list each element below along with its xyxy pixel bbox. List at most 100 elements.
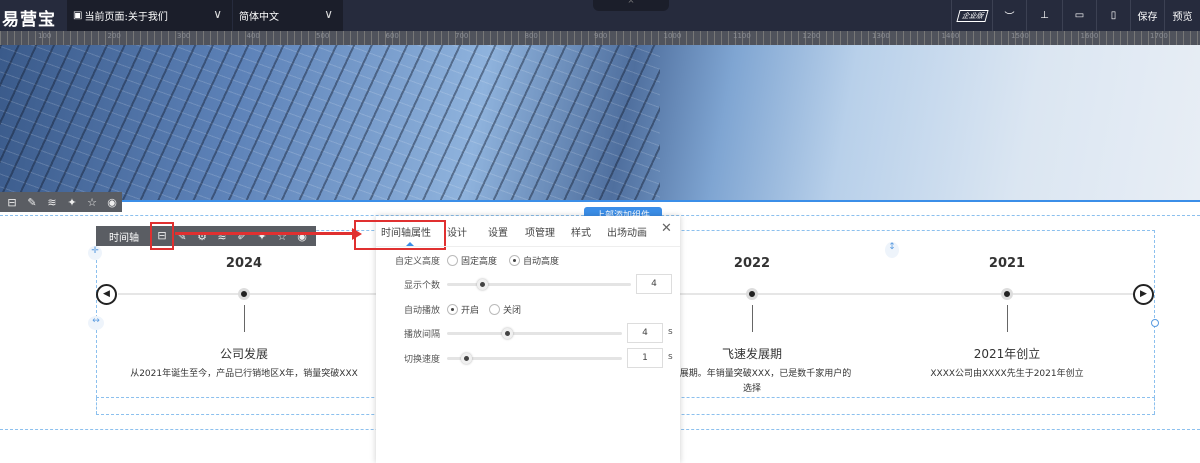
count-slider[interactable] bbox=[447, 279, 631, 290]
language-selector[interactable]: 简体中文 ∨ bbox=[233, 0, 343, 31]
autoplay-row: 自动播放 开启 关闭 bbox=[376, 300, 680, 318]
chevron-down-icon: ∨ bbox=[213, 7, 222, 21]
eye-icon[interactable]: ◉ bbox=[102, 196, 122, 209]
timeline-item-title: 2021年创立 bbox=[973, 347, 1041, 361]
timeline-stem bbox=[752, 305, 753, 332]
ruler-label: 300 bbox=[177, 32, 191, 40]
radio-fixed-height[interactable]: 固定高度 bbox=[447, 254, 497, 267]
timeline-item-title: 公司发展 bbox=[219, 347, 268, 361]
ruler-label: 700 bbox=[455, 32, 469, 40]
height-label: 自定义高度 bbox=[394, 257, 440, 267]
close-icon[interactable]: ✕ bbox=[661, 221, 672, 236]
ruler-label: 1200 bbox=[802, 32, 821, 40]
desktop-icon[interactable]: ▭ bbox=[1062, 0, 1096, 31]
timeline-year: 2021 bbox=[988, 256, 1026, 271]
page-selector-value: 当前页面:关于我们 bbox=[84, 12, 168, 23]
prev-arrow-button[interactable]: ◀ bbox=[96, 284, 117, 305]
layers-icon[interactable]: ≋ bbox=[42, 196, 62, 209]
ruler-label: 400 bbox=[246, 32, 260, 40]
preview-button[interactable]: 预览 bbox=[1164, 0, 1200, 31]
timeline-toolbar: 时间轴 ⊟ ✎ ⚙ ≋ ✐ ✦ ☆ ◉ bbox=[96, 222, 316, 250]
toolbar-label: 时间轴 bbox=[109, 232, 139, 244]
annotation-arrow bbox=[175, 232, 355, 235]
timeline-item-desc: 从2021年诞生至今，产品已行销地区X年，销量突破XXX bbox=[130, 369, 358, 379]
slider-thumb[interactable] bbox=[461, 353, 473, 364]
edit-icon[interactable]: ✎ bbox=[22, 196, 42, 209]
ruler-label: 1700 bbox=[1150, 32, 1168, 40]
timeline-item-desc: 飞速发展期。年销量突破XXX，已是数千家用户的选择 bbox=[652, 369, 852, 394]
ruler-label: 500 bbox=[316, 32, 330, 40]
tab-entrance-animation[interactable]: 出场动画 bbox=[607, 224, 647, 239]
timeline-node[interactable] bbox=[746, 288, 758, 300]
resize-handle[interactable] bbox=[1151, 319, 1159, 327]
speed-unit: s bbox=[668, 352, 673, 362]
height-resize-handle[interactable]: ↕ bbox=[885, 242, 899, 258]
chevron-down-icon: ∨ bbox=[324, 7, 333, 21]
language-value: 简体中文 bbox=[239, 12, 279, 23]
timeline-year: 2024 bbox=[225, 256, 263, 271]
top-bar: 易营宝 ▣ 当前页面:关于我们 ∨ 简体中文 ∨ ^ 企业版 ︶ ⊥ ▭ ▯ 保存 预… bbox=[0, 0, 1200, 31]
radio-autoplay-off[interactable]: 关闭 bbox=[489, 303, 521, 316]
timeline-stem bbox=[1007, 305, 1008, 332]
ruler-label: 800 bbox=[524, 32, 538, 40]
tab-settings[interactable]: 设置 bbox=[488, 224, 508, 239]
collapse-toolbar-button[interactable]: ^ bbox=[593, 0, 669, 11]
save-button[interactable]: 保存 bbox=[1130, 0, 1164, 31]
mobile-icon[interactable]: ▯ bbox=[1096, 0, 1130, 31]
edition-badge[interactable]: 企业版 bbox=[951, 0, 992, 31]
interval-input[interactable]: 4 bbox=[627, 323, 663, 343]
timeline-node[interactable] bbox=[1001, 288, 1013, 300]
properties-icon[interactable]: ⊟ bbox=[2, 196, 22, 209]
count-label: 显示个数 bbox=[403, 281, 440, 291]
speed-label: 切换速度 bbox=[403, 355, 440, 365]
ruler-label: 1400 bbox=[941, 32, 960, 40]
ruler-label: 200 bbox=[107, 32, 121, 40]
interval-row: 播放间隔 4 s bbox=[376, 323, 680, 343]
ruler-label: 600 bbox=[385, 32, 399, 40]
speed-slider[interactable] bbox=[447, 353, 622, 364]
star-icon[interactable]: ☆ bbox=[82, 196, 102, 209]
align-icon[interactable]: ⊥ bbox=[1026, 0, 1062, 31]
banner-toolbar: ⊟ ✎ ≋ ✦ ☆ ◉ bbox=[0, 192, 122, 212]
resize-handle[interactable]: ✛ bbox=[88, 246, 102, 260]
ruler-label: 100 bbox=[38, 32, 52, 40]
count-row: 显示个数 4 bbox=[376, 274, 680, 294]
ruler-label: 1100 bbox=[733, 32, 751, 40]
width-resize-handle[interactable]: ↔ bbox=[88, 316, 104, 330]
properties-icon[interactable]: ⊟ bbox=[150, 222, 174, 250]
slider-thumb[interactable] bbox=[501, 328, 513, 339]
radio-auto-height[interactable]: 自动高度 bbox=[509, 254, 559, 267]
banner-image bbox=[0, 45, 1200, 200]
radio-autoplay-on[interactable]: 开启 bbox=[447, 303, 479, 316]
tab-item-management[interactable]: 项管理 bbox=[525, 224, 555, 239]
speed-input[interactable]: 1 bbox=[627, 348, 663, 368]
interval-label: 播放间隔 bbox=[403, 330, 440, 340]
ruler-label: 900 bbox=[594, 32, 608, 40]
page-selector[interactable]: ▣ 当前页面:关于我们 ∨ bbox=[67, 0, 232, 31]
ruler-label: 1500 bbox=[1011, 32, 1029, 40]
height-row: 自定义高度 固定高度 自动高度 bbox=[376, 251, 680, 269]
timeline-stem bbox=[244, 305, 245, 332]
interval-slider[interactable] bbox=[447, 328, 622, 339]
hide-icon[interactable]: ︶ bbox=[992, 0, 1026, 31]
autoplay-label: 自动播放 bbox=[403, 306, 440, 316]
timeline-year: 2022 bbox=[733, 256, 771, 271]
slider-thumb[interactable] bbox=[476, 279, 488, 290]
magic-icon[interactable]: ✦ bbox=[62, 196, 82, 209]
page-icon: ▣ bbox=[73, 10, 83, 21]
section-border bbox=[0, 200, 1200, 202]
ruler-label: 1600 bbox=[1080, 32, 1099, 40]
interval-unit: s bbox=[668, 327, 673, 337]
count-input[interactable]: 4 bbox=[636, 274, 672, 294]
logo: 易营宝 bbox=[2, 10, 56, 30]
ruler: 100 200 300 400 500 600 700 800 900 1000 1100 1200 1… bbox=[0, 31, 1200, 45]
tab-style[interactable]: 样式 bbox=[571, 224, 591, 239]
speed-row: 切换速度 1 s bbox=[376, 348, 680, 368]
tab-design[interactable]: 设计 bbox=[447, 224, 467, 239]
ruler-label: 1300 bbox=[872, 32, 890, 40]
tab-timeline-properties[interactable]: 时间轴属性 bbox=[381, 224, 431, 239]
timeline-item-desc: XXXX公司由XXXX先生于2021年创立 bbox=[930, 369, 1084, 379]
next-arrow-button[interactable]: ▶ bbox=[1133, 284, 1154, 305]
timeline-node[interactable] bbox=[238, 288, 250, 300]
properties-panel: 时间轴属性 设计 设置 项管理 样式 出场动画 ✕ 自定义高度 固定高度 自动高… bbox=[354, 216, 680, 463]
